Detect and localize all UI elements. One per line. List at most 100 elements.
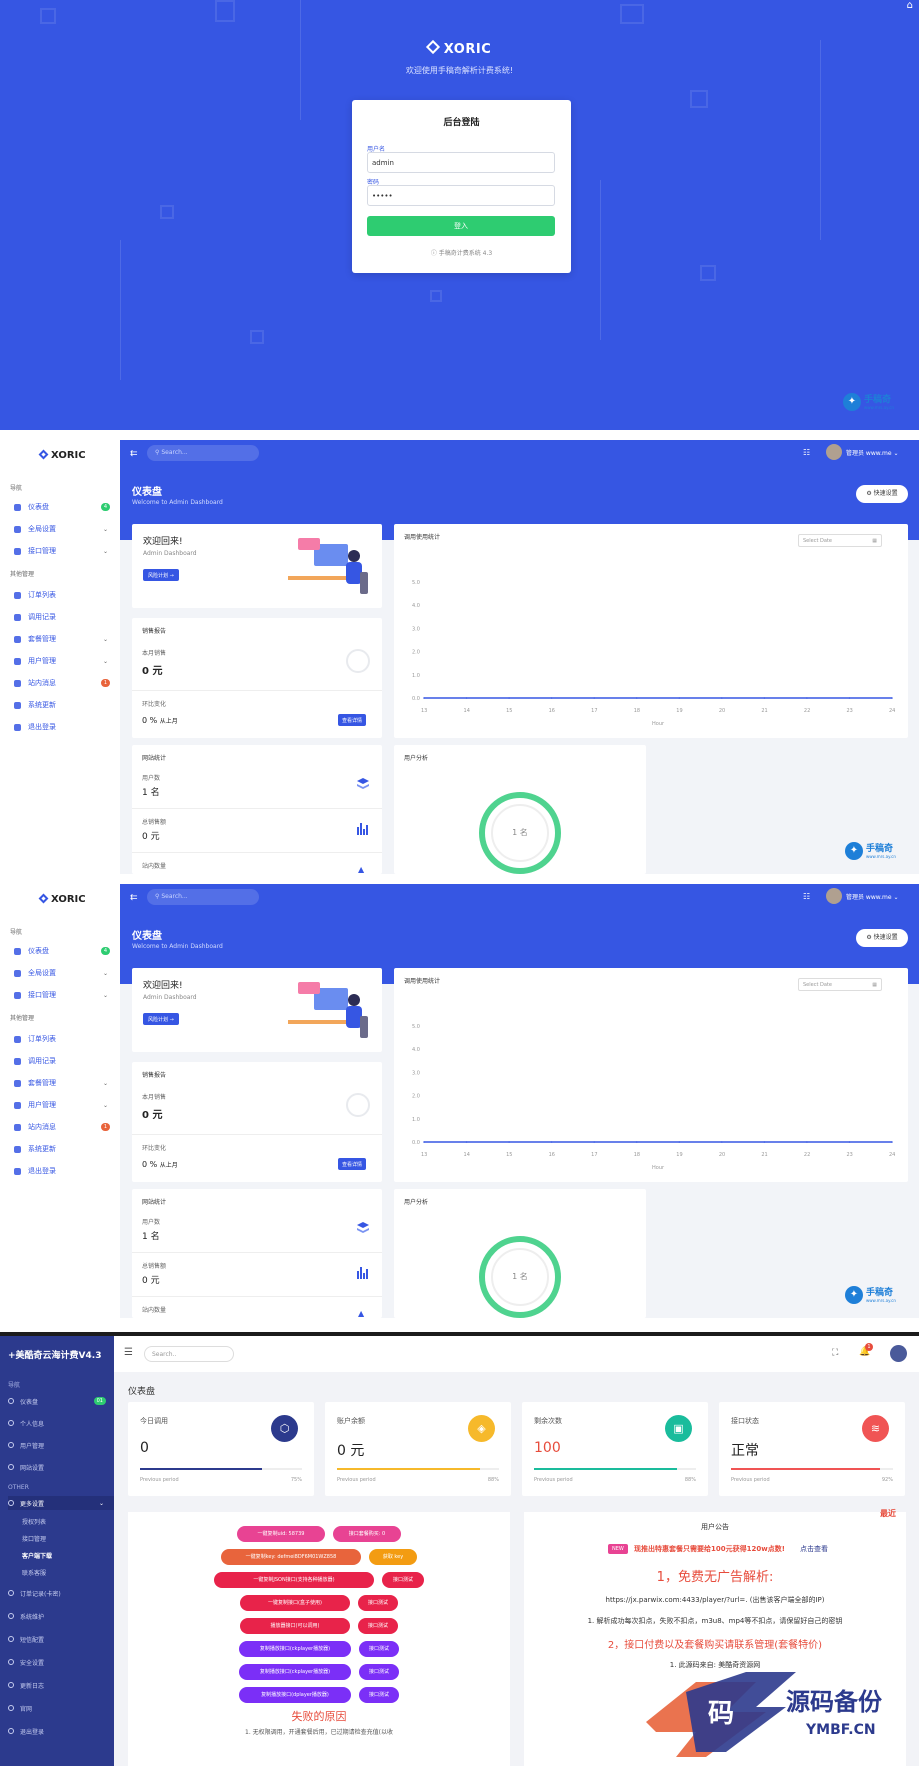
user-menu[interactable]: 管理员 www.me ⌄ xyxy=(846,448,898,457)
password-field[interactable]: ••••• xyxy=(367,185,555,206)
test-interface-button[interactable]: 接口测试 xyxy=(358,1595,398,1611)
sidebar-item-8[interactable]: 系统更新 xyxy=(14,1144,114,1154)
test-interface-button[interactable]: 接口套餐购买: 0 xyxy=(333,1526,401,1542)
y-tick-label: 1.0 xyxy=(412,673,420,679)
test-interface-button[interactable]: 接口测试 xyxy=(359,1641,399,1657)
avatar[interactable] xyxy=(826,444,842,460)
admin-nav-extra-0[interactable]: 订单记录(卡密) xyxy=(8,1586,114,1600)
sales-report-card: 销售报告 本月销售 0 元环比变化 0 % 从上月 查看详情 xyxy=(132,618,382,738)
search-input[interactable]: ⚲ Search... xyxy=(147,445,259,461)
username-field[interactable]: admin xyxy=(367,152,555,173)
settings-sliders-icon[interactable]: ☷ xyxy=(803,892,810,901)
admin-nav-item-1[interactable]: 个人信息 xyxy=(8,1416,114,1430)
admin-nav-extra-3[interactable]: 安全设置 xyxy=(8,1655,114,1669)
sidebar-item-6[interactable]: 用户管理 ⌄ xyxy=(14,656,114,666)
sidebar-item-1[interactable]: 全局设置 ⌄ xyxy=(14,524,114,534)
admin-nav-extra-4[interactable]: 更新日志 xyxy=(8,1678,114,1692)
risk-plan-button[interactable]: 风险计划 → xyxy=(143,569,179,581)
copy-interface-button[interactable]: 一键复制key: defmei8DF6M01WZ858 xyxy=(221,1549,361,1565)
copy-interface-button[interactable]: 播放器接口(可以调用) xyxy=(240,1618,350,1634)
avatar[interactable] xyxy=(826,888,842,904)
nav-icon xyxy=(8,1613,14,1619)
stat-percent: 88% xyxy=(684,1477,696,1483)
view-details-button[interactable]: 查看详情 xyxy=(338,1158,367,1170)
sidebar-item-3[interactable]: 订单列表 xyxy=(14,1034,114,1044)
search-input[interactable]: Search.. xyxy=(144,1346,234,1362)
copy-interface-button[interactable]: 一键复制JSON接口(支持各种播放器) xyxy=(214,1572,374,1588)
admin-nav-extra-1[interactable]: 系统维护 xyxy=(8,1609,114,1623)
sidebar-item-7[interactable]: 站内消息 1 xyxy=(14,678,114,688)
section-gap xyxy=(0,430,919,440)
user-menu[interactable]: 管理员 www.me ⌄ xyxy=(846,892,898,901)
search-input[interactable]: ⚲ Search... xyxy=(147,889,259,905)
menu-collapse-icon[interactable]: ⇇ xyxy=(130,893,138,903)
admin-nav-more-settings[interactable]: 更多设置 ⌄ xyxy=(8,1496,114,1510)
fullscreen-icon[interactable]: ⛶ xyxy=(832,1348,838,1358)
data-point xyxy=(721,1141,723,1143)
sidebar-item-2[interactable]: 接口管理 ⌄ xyxy=(14,990,114,1000)
data-point xyxy=(635,1141,638,1143)
avatar[interactable] xyxy=(890,1345,907,1362)
stat-percent: 92% xyxy=(881,1477,893,1483)
admin-subnav-item-1[interactable]: 接口管理 xyxy=(22,1531,114,1545)
sidebar-item-1[interactable]: 全局设置 ⌄ xyxy=(14,968,114,978)
test-interface-button[interactable]: 接口测试 xyxy=(382,1572,424,1588)
sidebar: XORIC 导航 其他管理 仪表盘 4 全局设置 ⌄ 接口管理 ⌄ 订单列表 调用记录 套餐管理 ⌄ 用户… xyxy=(0,440,120,874)
quick-settings-button[interactable]: ⚙ 快速设置 xyxy=(856,929,908,947)
admin-nav-item-2[interactable]: 用户管理 xyxy=(8,1438,114,1452)
sidebar-item-5[interactable]: 套餐管理 ⌄ xyxy=(14,1078,114,1088)
sidebar-item-label: 订单列表 xyxy=(28,591,56,599)
sidebar-item-3[interactable]: 订单列表 xyxy=(14,590,114,600)
sidebar-item-0[interactable]: 仪表盘 4 xyxy=(14,502,114,512)
login-button[interactable]: 登入 xyxy=(367,216,555,236)
sidebar-item-7[interactable]: 站内消息 1 xyxy=(14,1122,114,1132)
notice-link[interactable]: 点击查看 xyxy=(800,1544,828,1554)
triangle-up-icon: ▲ xyxy=(358,1309,365,1318)
sidebar-item-5[interactable]: 套餐管理 ⌄ xyxy=(14,634,114,644)
quick-settings-button[interactable]: ⚙ 快速设置 xyxy=(856,485,908,503)
admin-nav-extra-6[interactable]: 退出登录 xyxy=(8,1724,114,1738)
copy-interface-button[interactable]: 复制播放接口(dplayer播放器) xyxy=(239,1687,351,1703)
welcome-title: 欢迎回来! xyxy=(143,981,183,991)
bg-square xyxy=(250,330,264,344)
copy-interface-button[interactable]: 一键复制uid: 58739 xyxy=(237,1526,325,1542)
sidebar-item-6[interactable]: 用户管理 ⌄ xyxy=(14,1100,114,1110)
test-interface-button[interactable]: 接口测试 xyxy=(359,1664,399,1680)
admin-nav-item-0[interactable]: 仪表盘 01 xyxy=(8,1394,114,1408)
chevron-down-icon: ⌄ xyxy=(102,969,108,977)
sidebar-item-0[interactable]: 仪表盘 4 xyxy=(14,946,114,956)
sidebar-item-9[interactable]: 退出登录 xyxy=(14,722,114,732)
menu-collapse-icon[interactable]: ⇇ xyxy=(130,449,138,459)
x-tick-label: 24 xyxy=(889,1152,895,1158)
test-interface-button[interactable]: 接口测试 xyxy=(358,1618,398,1634)
sidebar-item-9[interactable]: 退出登录 xyxy=(14,1166,114,1176)
menu-icon[interactable]: ☰ xyxy=(124,1347,133,1358)
test-interface-button[interactable]: 获取 key xyxy=(369,1549,417,1565)
sidebar-item-8[interactable]: 系统更新 xyxy=(14,700,114,710)
runner-icon: ✦ xyxy=(845,842,863,860)
admin-nav-item-3[interactable]: 网站设置 xyxy=(8,1460,114,1474)
sidebar-item-2[interactable]: 接口管理 ⌄ xyxy=(14,546,114,556)
person-head-shape xyxy=(348,550,360,562)
admin-nav-extra-2[interactable]: 短信配置 xyxy=(8,1632,114,1646)
copy-interface-button[interactable]: 复制播放接口(ckplayer播放器) xyxy=(239,1664,351,1680)
view-details-button[interactable]: 查看详情 xyxy=(338,714,367,726)
test-interface-button[interactable]: 接口测试 xyxy=(359,1687,399,1703)
copy-interface-button[interactable]: 一键复制接口(盒子使用) xyxy=(240,1595,350,1611)
watermark-text: 手稿奇 www.mrs.ay.cn xyxy=(866,1288,896,1303)
x-tick-label: 16 xyxy=(549,708,555,714)
subnav-label: 客户端下载 xyxy=(22,1552,53,1560)
person-body-shape xyxy=(346,562,362,584)
home-icon[interactable]: ⌂ xyxy=(907,0,913,11)
bg-line xyxy=(600,180,601,340)
settings-sliders-icon[interactable]: ☷ xyxy=(803,448,810,457)
sidebar-item-4[interactable]: 调用记录 xyxy=(14,1056,114,1066)
admin-nav-extra-5[interactable]: 官网 xyxy=(8,1701,114,1715)
bag-icon: ▣ xyxy=(665,1415,692,1442)
sidebar-item-4[interactable]: 调用记录 xyxy=(14,612,114,622)
risk-plan-button[interactable]: 风险计划 → xyxy=(143,1013,179,1025)
copy-interface-button[interactable]: 复制播放接口(ckplayer播放器) xyxy=(239,1641,351,1657)
admin-subnav-item-2[interactable]: 客户端下载 xyxy=(22,1548,114,1562)
admin-subnav-item-0[interactable]: 授权列表 xyxy=(22,1514,114,1528)
admin-subnav-item-3[interactable]: 联系客服 xyxy=(22,1565,114,1579)
